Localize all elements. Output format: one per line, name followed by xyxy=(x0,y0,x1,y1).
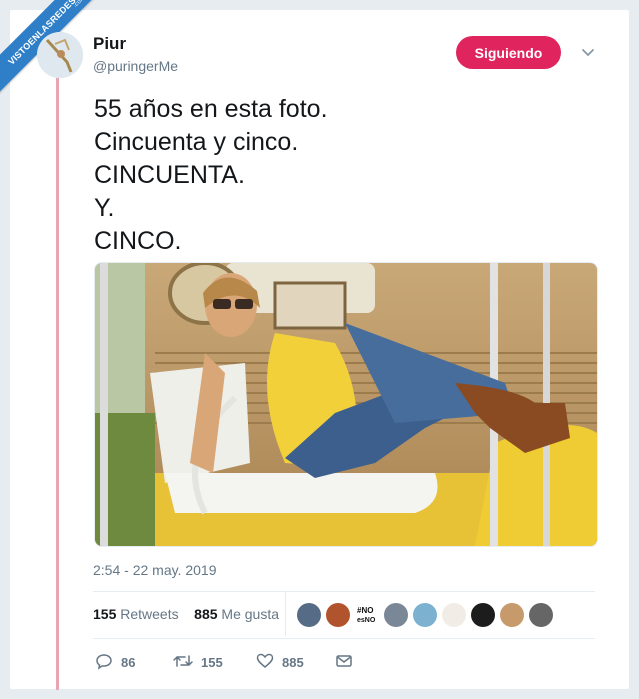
liker-avatar[interactable] xyxy=(413,603,437,627)
reply-button[interactable]: 86 xyxy=(95,652,135,672)
liker-avatar-no-es-no[interactable]: #NO esNO xyxy=(355,603,379,627)
divider xyxy=(93,638,595,639)
chevron-down-icon[interactable] xyxy=(580,44,596,60)
retweet-button[interactable]: 155 xyxy=(173,652,223,672)
svg-text:esNO: esNO xyxy=(357,617,376,624)
avatar[interactable] xyxy=(37,32,83,78)
heart-icon xyxy=(256,652,274,673)
like-count: 885 xyxy=(282,654,304,670)
direct-message-button[interactable] xyxy=(335,652,353,672)
liker-avatar[interactable] xyxy=(500,603,524,627)
author-handle[interactable]: @puringerMe xyxy=(93,58,178,74)
retweets-stat[interactable]: 155 Retweets xyxy=(93,606,179,622)
tweet-timestamp[interactable]: 2:54 - 22 may. 2019 xyxy=(93,562,216,578)
liker-avatar[interactable] xyxy=(326,603,350,627)
liker-avatar[interactable] xyxy=(529,603,553,627)
tweet-line: 55 años en esta foto. xyxy=(94,95,328,123)
tweet-line: Y. xyxy=(94,194,115,222)
liker-avatar[interactable] xyxy=(442,603,466,627)
divider xyxy=(93,591,595,592)
liker-avatar[interactable] xyxy=(297,603,321,627)
watermark-sub: .com xyxy=(72,0,87,9)
tweet-line: Cincuenta y cinco. xyxy=(94,128,299,156)
reply-icon xyxy=(95,652,113,673)
likes-stat[interactable]: 885 Me gusta xyxy=(194,606,279,622)
thread-line xyxy=(56,78,59,690)
tweet-text: 55 años en esta foto. Cincuenta y cinco.… xyxy=(94,93,614,258)
tweet-stats: 155 Retweets 885 Me gusta xyxy=(93,606,279,622)
tweet-line: CINCUENTA. xyxy=(94,161,245,189)
tweet-line: CINCO. xyxy=(94,227,182,255)
liker-avatar[interactable] xyxy=(384,603,408,627)
message-icon xyxy=(335,652,353,673)
author-name[interactable]: Piur xyxy=(93,34,126,54)
like-button[interactable]: 885 xyxy=(256,652,304,672)
stats-separator xyxy=(285,592,286,636)
retweet-icon xyxy=(173,652,193,673)
reply-count: 86 xyxy=(121,654,136,670)
tweet-photo[interactable] xyxy=(94,262,598,547)
liker-avatar[interactable] xyxy=(471,603,495,627)
svg-text:#NO: #NO xyxy=(357,606,373,615)
following-button[interactable]: Siguiendo xyxy=(456,36,561,69)
retweet-count: 155 xyxy=(201,654,223,670)
